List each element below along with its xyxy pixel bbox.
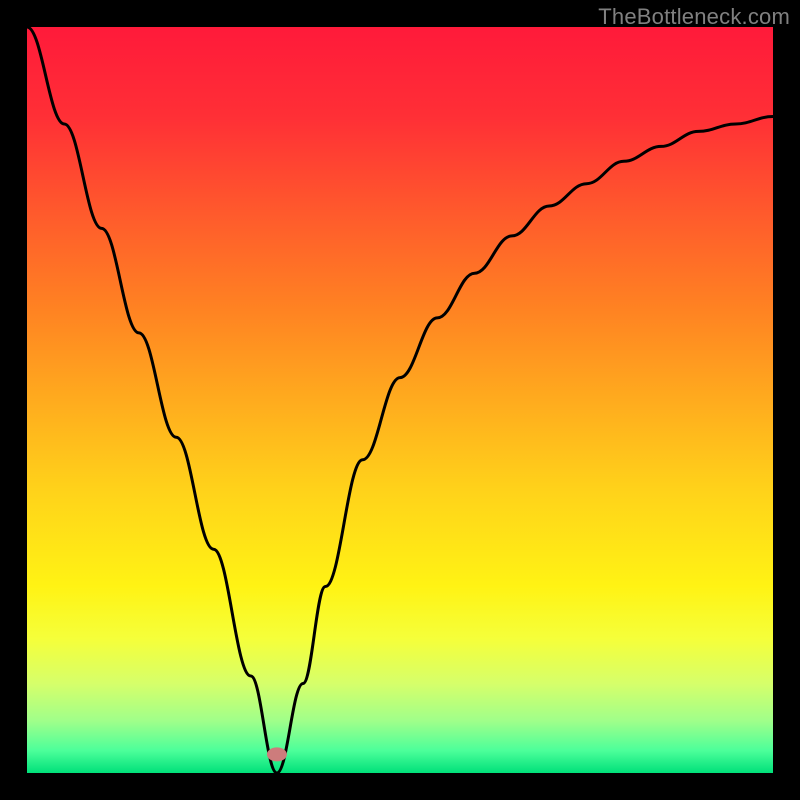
bottleneck-chart	[27, 27, 773, 773]
gradient-background	[27, 27, 773, 773]
optimal-marker	[267, 747, 287, 761]
chart-stage: TheBottleneck.com	[0, 0, 800, 800]
plot-area	[27, 27, 773, 773]
watermark-text: TheBottleneck.com	[598, 4, 790, 30]
